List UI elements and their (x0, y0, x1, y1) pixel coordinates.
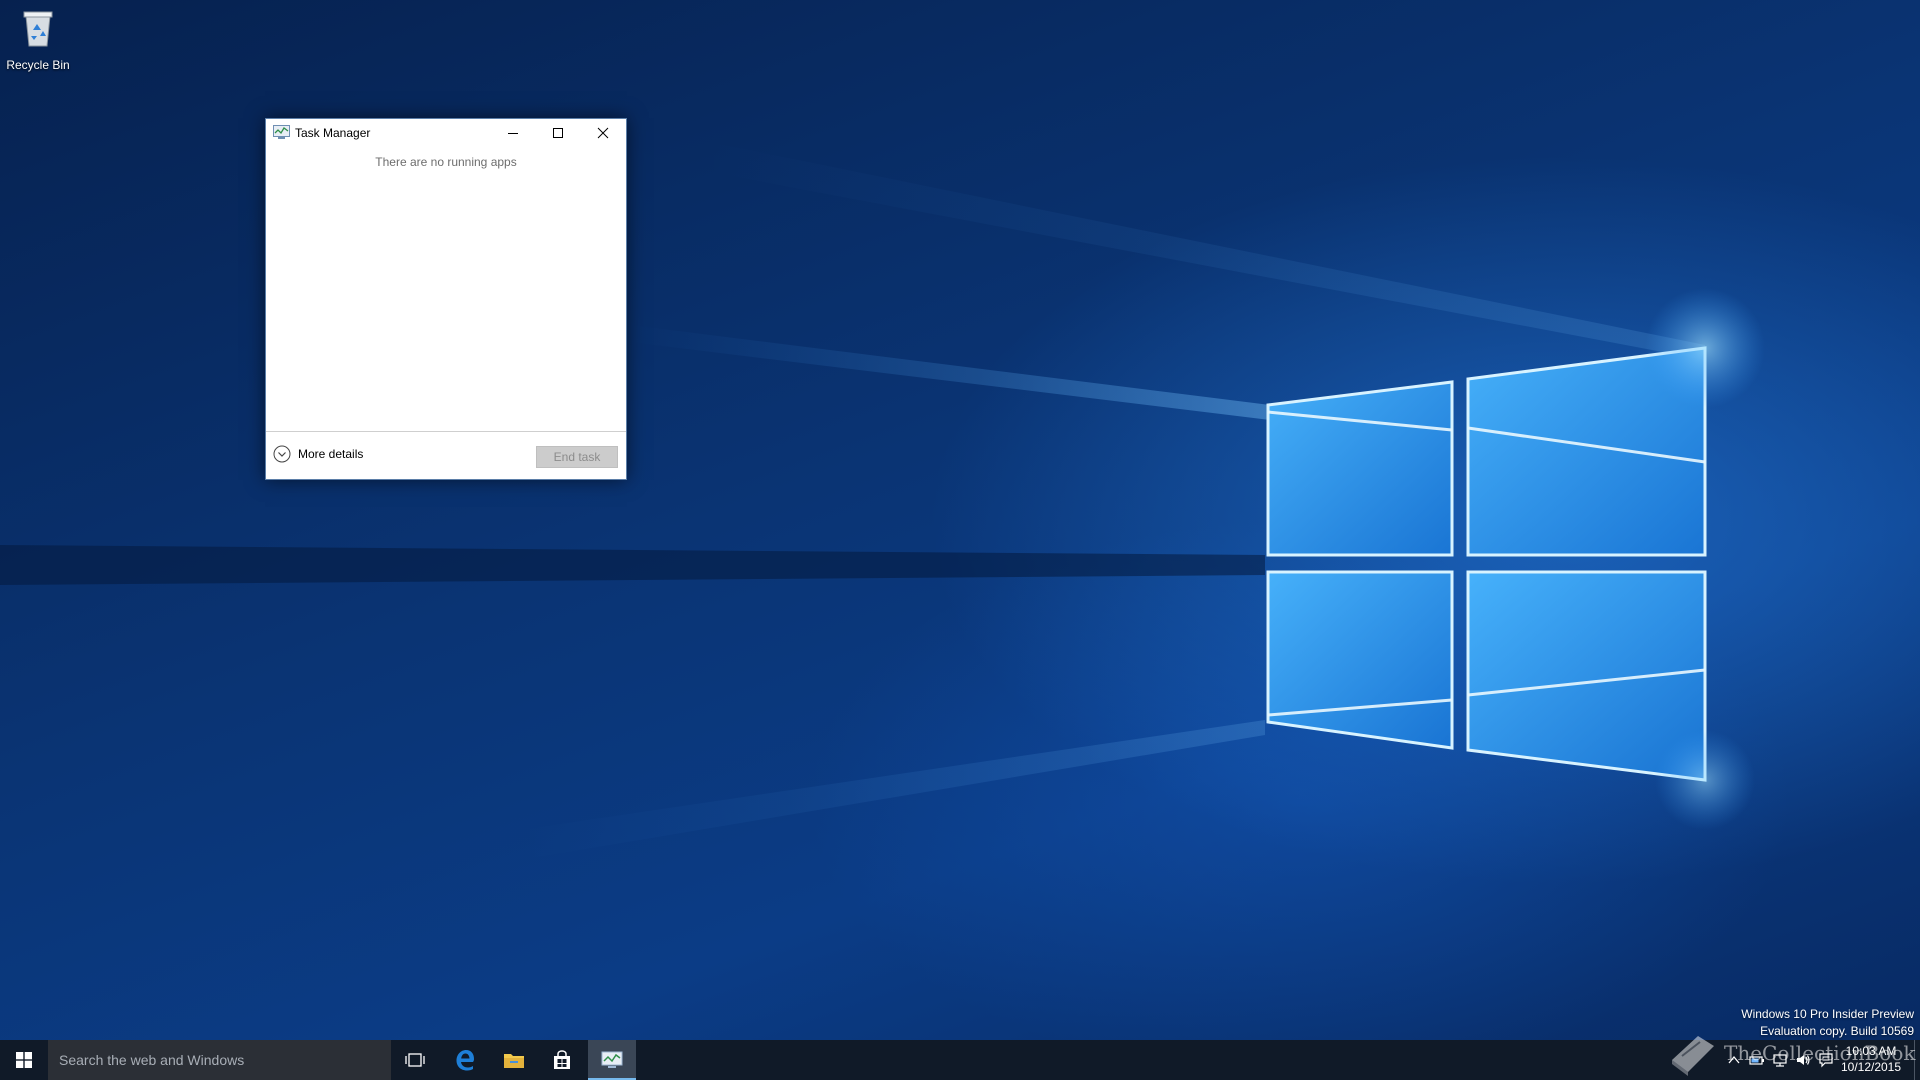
taskbar-task-manager-button[interactable] (588, 1040, 636, 1080)
site-watermark: TheCollectionBook (1668, 1030, 1915, 1076)
minimize-button[interactable] (490, 119, 536, 147)
task-manager-icon (273, 125, 290, 139)
task-manager-window[interactable]: Task Manager There are no running apps M… (265, 118, 627, 480)
end-task-button[interactable]: End task (536, 446, 618, 468)
more-details-label: More details (298, 447, 364, 461)
task-view-icon (405, 1053, 425, 1067)
close-button[interactable] (580, 119, 626, 147)
store-bag-icon (554, 1050, 570, 1069)
empty-message: There are no running apps (375, 155, 517, 169)
search-input[interactable]: Search the web and Windows (48, 1040, 391, 1080)
task-view-button[interactable] (391, 1040, 439, 1080)
title-bar[interactable]: Task Manager (266, 119, 626, 147)
close-icon (597, 127, 609, 139)
search-placeholder: Search the web and Windows (59, 1052, 245, 1068)
folder-icon (504, 1054, 524, 1068)
taskbar-file-explorer-button[interactable] (490, 1040, 538, 1080)
edge-icon (456, 1050, 474, 1071)
maximize-button[interactable] (535, 119, 581, 147)
start-button[interactable] (0, 1040, 48, 1080)
desktop-icon-recycle-bin[interactable]: Recycle Bin (4, 6, 72, 72)
window-footer: More details End task (266, 432, 626, 479)
taskbar: Search the web and Windows 10:03 AM 10/1… (0, 1040, 1920, 1080)
taskbar-edge-button[interactable] (441, 1040, 489, 1080)
window-title: Task Manager (295, 126, 371, 140)
site-watermark-text: TheCollectionBook (1724, 1041, 1916, 1065)
app-list-area: There are no running apps (266, 147, 626, 432)
windows-logo-icon (16, 1052, 32, 1068)
watermark-line-1: Windows 10 Pro Insider Preview (1741, 1007, 1914, 1021)
task-manager-taskbar-icon (601, 1051, 623, 1068)
desktop-icon-label: Recycle Bin (6, 58, 70, 72)
desktop: Recycle Bin Task Manager There are no ru… (0, 0, 1920, 1040)
book-icon (1672, 1036, 1714, 1076)
more-details-button[interactable]: More details (273, 445, 363, 463)
chevron-down-icon (273, 445, 291, 463)
maximize-icon (553, 128, 563, 138)
minimize-icon (508, 133, 518, 134)
taskbar-store-button[interactable] (538, 1040, 586, 1080)
recycle-bin-icon (23, 11, 53, 47)
